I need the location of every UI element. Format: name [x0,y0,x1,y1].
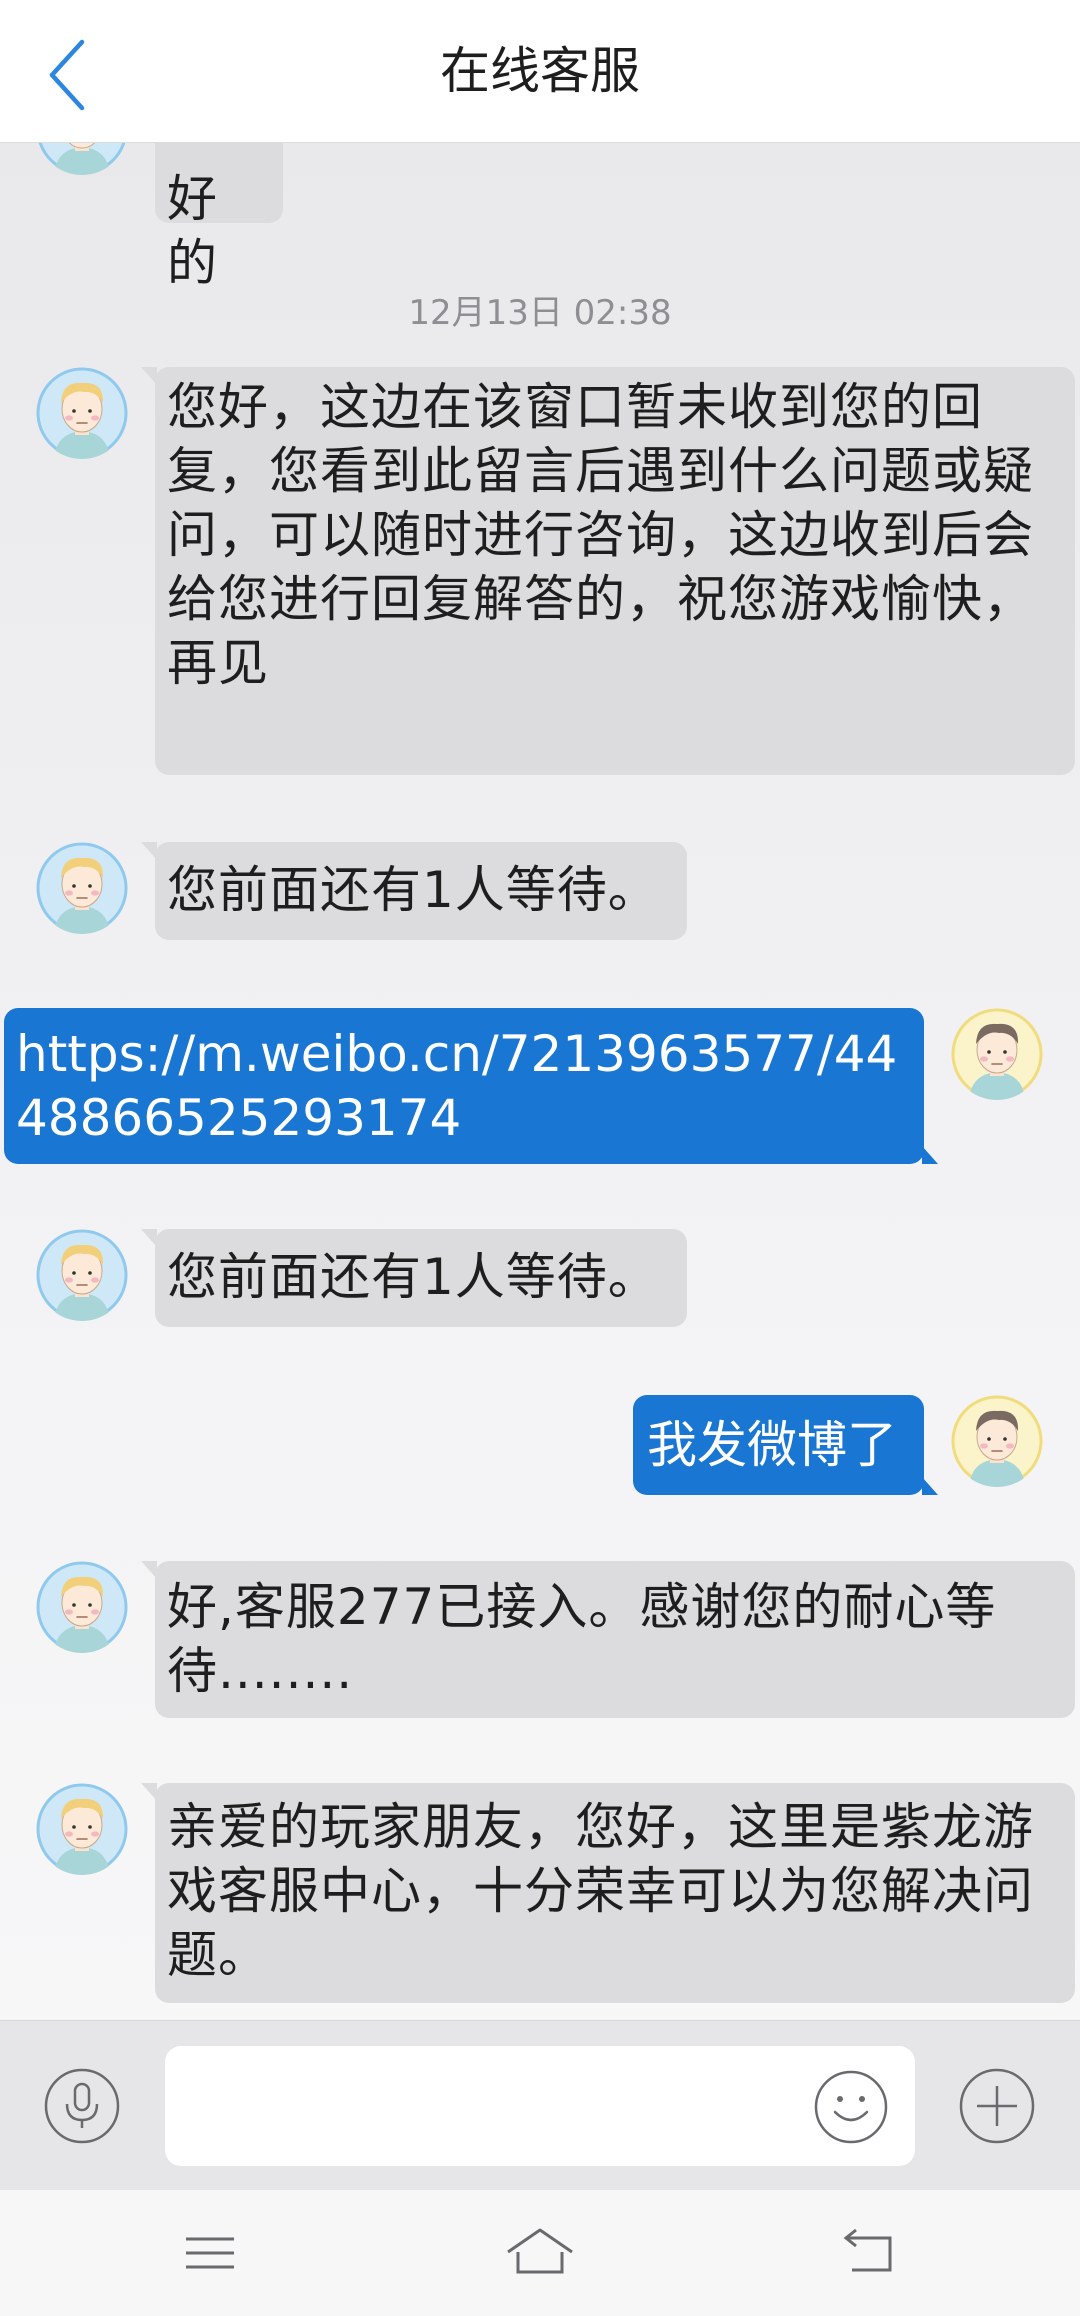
user-avatar-icon [951,1395,1043,1487]
message-list[interactable]: 好的 12月13日 02:38 您好，这边在该窗口暂未收到您的回复，您看到此留言… [0,143,1080,2020]
user-avatar-icon [951,1008,1043,1100]
back-arrow-icon [843,2228,892,2272]
message-bubble[interactable]: 好的 [155,143,283,292]
agent-avatar-icon [38,143,126,175]
message-incoming: 好,客服277已接入。感谢您的耐心等待........ [0,1561,1080,1721]
agent-avatar-icon [36,1783,128,1875]
back-nav-button[interactable] [830,2218,910,2288]
agent-avatar[interactable] [36,1783,128,1875]
menu-icon [186,2237,234,2269]
menu-button[interactable] [170,2218,250,2288]
timestamp: 12月13日 02:38 [408,293,672,333]
home-icon [507,2228,573,2274]
agent-avatar[interactable] [36,367,128,459]
agent-avatar[interactable] [36,1561,128,1653]
message-bubble[interactable]: 您前面还有1人等待。 [141,1229,687,1327]
voice-button[interactable] [42,2066,122,2146]
more-button[interactable] [957,2066,1037,2146]
home-button[interactable] [500,2218,580,2288]
smiley-icon [814,2070,888,2144]
message-outgoing: https://m.weibo.cn/7213963577/4448866525… [0,1008,1080,1168]
message-bubble[interactable]: 我发微博了 [633,1395,938,1495]
message-outgoing: 我发微博了 [0,1395,1080,1495]
user-avatar[interactable] [951,1395,1043,1487]
message-incoming: 好的 [0,143,1080,292]
header: 在线客服 [0,0,1080,143]
agent-avatar[interactable] [36,842,128,934]
plus-icon [959,2068,1035,2144]
message-incoming: 您好，这边在该窗口暂未收到您的回复，您看到此留言后遇到什么问题或疑问，可以随时进… [0,367,1080,777]
agent-avatar[interactable] [36,1229,128,1321]
agent-avatar-icon [36,1229,128,1321]
user-avatar[interactable] [951,1008,1043,1100]
agent-avatar-icon [36,367,128,459]
agent-avatar[interactable] [36,143,128,175]
system-nav-bar [0,2190,1080,2316]
message-bubble[interactable]: 亲爱的玩家朋友，您好，这里是紫龙游戏客服中心，十分荣幸可以为您解决问题。 [141,1783,1075,2003]
agent-avatar-icon [36,1561,128,1653]
message-bubble[interactable]: 您好，这边在该窗口暂未收到您的回复，您看到此留言后遇到什么问题或疑问，可以随时进… [141,367,1075,775]
page-title: 在线客服 [440,42,640,100]
emoji-button[interactable] [812,2068,890,2146]
message-bubble[interactable]: 好,客服277已接入。感谢您的耐心等待........ [141,1561,1075,1718]
message-input[interactable] [165,2046,915,2166]
input-bar [0,2020,1080,2190]
message-incoming: 亲爱的玩家朋友，您好，这里是紫龙游戏客服中心，十分荣幸可以为您解决问题。 [0,1783,1080,2005]
agent-avatar-icon [36,842,128,934]
message-incoming: 您前面还有1人等待。 [0,842,1080,942]
message-incoming: 您前面还有1人等待。 [0,1229,1080,1329]
message-bubble[interactable]: 您前面还有1人等待。 [141,842,687,940]
message-bubble-link[interactable]: https://m.weibo.cn/7213963577/4448866525… [4,1008,938,1164]
chat-screen: 在线客服 好的 12月13日 02:38 您好，这边在该窗口暂未收到您的回复，您… [0,0,1080,2316]
microphone-icon [44,2068,120,2144]
